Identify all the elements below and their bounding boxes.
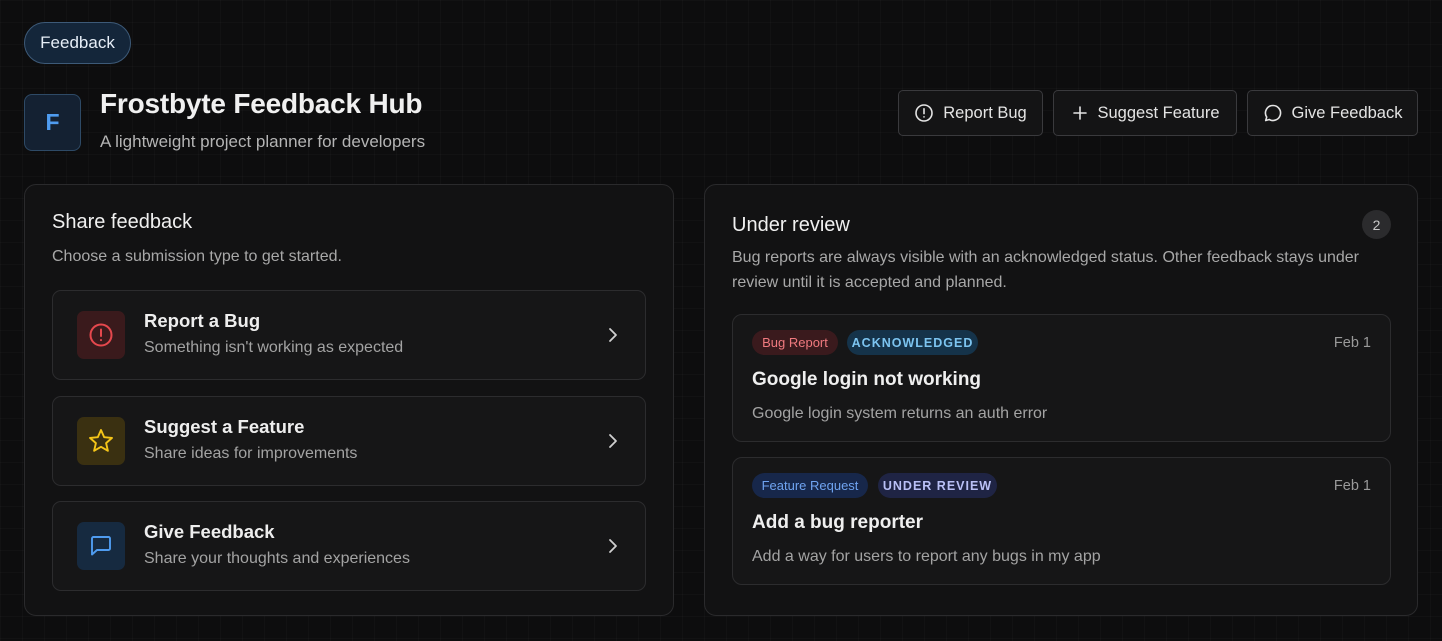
review-item[interactable]: Feature Request UNDER REVIEW Feb 1 Add a… (732, 457, 1391, 585)
report-bug-label: Report Bug (943, 103, 1027, 122)
share-feedback-description: Choose a submission type to get started. (52, 248, 342, 265)
status-badge: UNDER REVIEW (878, 473, 997, 498)
suggest-feature-button[interactable]: Suggest Feature (1053, 90, 1237, 136)
alert-circle-icon (77, 311, 125, 359)
share-feedback-title: Share feedback (52, 211, 193, 233)
message-square-icon (77, 522, 125, 570)
option-title: Suggest a Feature (144, 416, 305, 437)
star-icon (77, 417, 125, 465)
plus-icon (1071, 104, 1089, 122)
feedback-tab-pill[interactable]: Feedback (24, 22, 131, 64)
option-subtitle: Share ideas for improvements (144, 445, 358, 462)
option-subtitle: Share your thoughts and experiences (144, 550, 410, 567)
item-date: Feb 1 (1333, 335, 1371, 351)
type-tag: Feature Request (752, 473, 868, 498)
alert-circle-icon (914, 103, 934, 123)
item-description: Add a way for users to report any bugs i… (752, 548, 1101, 565)
option-title: Report a Bug (144, 310, 261, 331)
give-feedback-option[interactable]: Give Feedback Share your thoughts and ex… (52, 501, 646, 591)
item-title: Add a bug reporter (752, 512, 924, 533)
chevron-right-icon (607, 326, 619, 349)
suggest-feature-label: Suggest Feature (1097, 103, 1220, 122)
page-title: Frostbyte Feedback Hub (100, 88, 423, 119)
under-review-title: Under review (732, 214, 850, 236)
under-review-card: Under review 2 Bug reports are always vi… (704, 184, 1418, 616)
option-subtitle: Something isn't working as expected (144, 339, 404, 356)
page-subtitle: A lightweight project planner for develo… (100, 132, 426, 151)
message-circle-icon (1263, 103, 1283, 123)
give-feedback-label: Give Feedback (1291, 103, 1403, 122)
chevron-right-icon (607, 537, 619, 560)
report-bug-option[interactable]: Report a Bug Something isn't working as … (52, 290, 646, 380)
option-title: Give Feedback (144, 521, 275, 542)
item-title: Google login not working (752, 369, 982, 390)
type-tag: Bug Report (752, 330, 838, 355)
under-review-description-line1: Bug reports are always visible with an a… (732, 249, 1359, 266)
review-item[interactable]: Bug Report ACKNOWLEDGED Feb 1 Google log… (732, 314, 1391, 442)
chevron-right-icon (607, 432, 619, 455)
item-date: Feb 1 (1333, 478, 1371, 494)
app-logo: F (24, 94, 81, 151)
status-badge: ACKNOWLEDGED (847, 330, 978, 355)
under-review-description-line2: review until it is accepted and planned. (732, 274, 1007, 291)
review-count-badge: 2 (1362, 210, 1391, 239)
suggest-feature-option[interactable]: Suggest a Feature Share ideas for improv… (52, 396, 646, 486)
give-feedback-button[interactable]: Give Feedback (1247, 90, 1418, 136)
item-description: Google login system returns an auth erro… (752, 405, 1048, 422)
report-bug-button[interactable]: Report Bug (898, 90, 1043, 136)
share-feedback-card: Share feedback Choose a submission type … (24, 184, 674, 616)
